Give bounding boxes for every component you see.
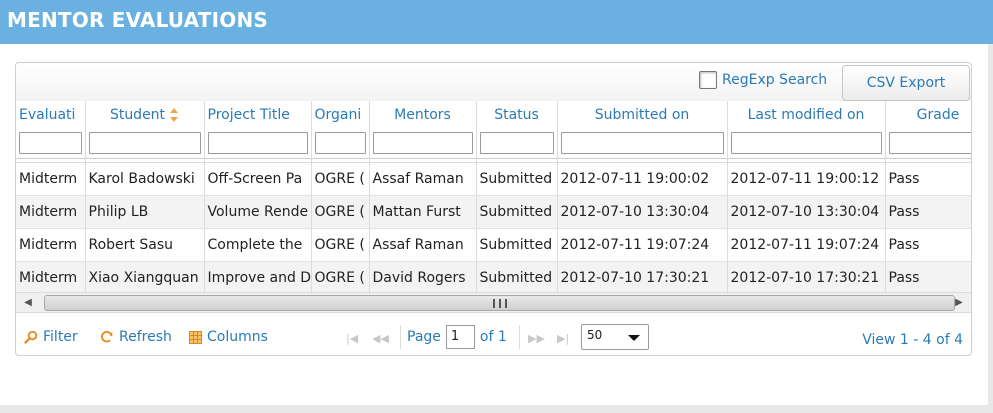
filter-icon bbox=[24, 330, 38, 344]
filter-input-evaluation[interactable] bbox=[19, 131, 82, 154]
refresh-button[interactable]: Refresh bbox=[100, 329, 172, 345]
csv-export-button[interactable]: CSV Export bbox=[842, 65, 970, 101]
cell-last-modified-on: 2012-07-11 19:00:12 bbox=[727, 162, 886, 196]
cell-organization: OGRE ( bbox=[311, 195, 370, 229]
data-table: Evaluati Student Project Title Organi Me… bbox=[16, 101, 971, 295]
cell-project-title: Volume Rende bbox=[204, 195, 312, 229]
cell-submitted-on: 2012-07-10 17:30:21 bbox=[557, 261, 728, 295]
grip-icon bbox=[493, 299, 507, 308]
horizontal-scrollbar[interactable]: ◀ ▶ bbox=[16, 292, 971, 313]
cell-evaluation: Midterm bbox=[16, 162, 86, 196]
table-row[interactable]: Midterm Robert Sasu Complete the OGRE ( … bbox=[16, 228, 971, 262]
refresh-label: Refresh bbox=[119, 329, 172, 345]
columns-button[interactable]: Columns bbox=[189, 329, 268, 345]
col-header-grade[interactable]: Grade bbox=[885, 101, 971, 128]
filter-label: Filter bbox=[43, 329, 78, 345]
page-number-input[interactable]: 1 bbox=[445, 325, 475, 349]
col-header-status[interactable]: Status bbox=[476, 101, 558, 128]
col-header-evaluation[interactable]: Evaluati bbox=[16, 101, 86, 128]
regexp-label: RegExp Search bbox=[722, 72, 828, 88]
cell-submitted-on: 2012-07-11 19:00:02 bbox=[557, 162, 728, 196]
page-title: MENTOR EVALUATIONS bbox=[7, 8, 268, 32]
cell-project-title: Complete the bbox=[204, 228, 312, 262]
scroll-left-icon[interactable]: ◀ bbox=[22, 297, 34, 309]
refresh-icon bbox=[100, 330, 113, 343]
col-header-organization[interactable]: Organi bbox=[311, 101, 370, 128]
grid-toolbar: RegExp Search CSV Export bbox=[16, 63, 971, 102]
filter-input-project-title[interactable] bbox=[207, 131, 308, 154]
col-header-last-modified-on[interactable]: Last modified on bbox=[727, 101, 886, 128]
rows-per-page-select[interactable]: 50 bbox=[581, 324, 649, 350]
last-page-icon[interactable]: ▶| bbox=[557, 332, 569, 345]
cell-status: Submitted bbox=[476, 261, 558, 295]
filter-button[interactable]: Filter bbox=[24, 329, 78, 345]
next-page-icon[interactable]: ▶▶ bbox=[528, 332, 545, 345]
cell-organization: OGRE ( bbox=[311, 261, 370, 295]
cell-student: Robert Sasu bbox=[85, 228, 205, 262]
cell-status: Submitted bbox=[476, 195, 558, 229]
filter-input-grade[interactable] bbox=[888, 131, 971, 154]
table-row[interactable]: Midterm Philip LB Volume Rende OGRE ( Ma… bbox=[16, 195, 971, 229]
pager-bar: Filter Refresh Columns |◀ ◀◀ Page 1 of 1… bbox=[16, 319, 971, 355]
table-row[interactable]: Midterm Karol Badowski Off-Screen Pa OGR… bbox=[16, 162, 971, 196]
filter-input-last-modified-on[interactable] bbox=[730, 131, 882, 154]
table-row[interactable]: Midterm Xiao Xiangquan Improve and D OGR… bbox=[16, 261, 971, 295]
cell-project-title: Off-Screen Pa bbox=[204, 162, 312, 196]
cell-student: Xiao Xiangquan bbox=[85, 261, 205, 295]
filter-input-mentors[interactable] bbox=[372, 131, 473, 154]
view-info: View 1 - 4 of 4 bbox=[862, 332, 963, 348]
sort-icon[interactable] bbox=[169, 107, 179, 123]
cell-mentors: Mattan Furst bbox=[369, 195, 477, 229]
cell-student: Philip LB bbox=[85, 195, 205, 229]
cell-project-title: Improve and D bbox=[204, 261, 312, 295]
cell-status: Submitted bbox=[476, 162, 558, 196]
page-control: Page 1 of 1 bbox=[407, 325, 507, 349]
filter-input-student[interactable] bbox=[88, 131, 201, 154]
cell-grade: Pass bbox=[885, 261, 971, 295]
cell-mentors: David Rogers bbox=[369, 261, 477, 295]
col-header-submitted-on[interactable]: Submitted on bbox=[557, 101, 728, 128]
cell-status: Submitted bbox=[476, 228, 558, 262]
title-bar: MENTOR EVALUATIONS bbox=[0, 0, 993, 44]
evaluations-grid: RegExp Search CSV Export Evaluati Studen… bbox=[15, 62, 972, 356]
cell-evaluation: Midterm bbox=[16, 228, 86, 262]
columns-label: Columns bbox=[207, 329, 268, 345]
filter-input-submitted-on[interactable] bbox=[560, 131, 724, 154]
cell-submitted-on: 2012-07-11 19:07:24 bbox=[557, 228, 728, 262]
cell-evaluation: Midterm bbox=[16, 195, 86, 229]
rows-per-page-value: 50 bbox=[587, 328, 603, 342]
col-header-student-label: Student bbox=[109, 106, 166, 123]
regexp-checkbox[interactable] bbox=[699, 71, 717, 89]
filter-input-organization[interactable] bbox=[314, 131, 366, 154]
cell-student: Karol Badowski bbox=[85, 162, 205, 196]
first-page-icon[interactable]: |◀ bbox=[346, 332, 358, 345]
cell-organization: OGRE ( bbox=[311, 162, 370, 196]
regexp-search-toggle[interactable]: RegExp Search bbox=[699, 69, 827, 91]
cell-mentors: Assaf Raman bbox=[369, 228, 477, 262]
page-count-label: of 1 bbox=[479, 329, 507, 345]
cell-grade: Pass bbox=[885, 228, 971, 262]
scrollbar-thumb[interactable] bbox=[44, 295, 955, 311]
col-header-mentors[interactable]: Mentors bbox=[369, 101, 477, 128]
columns-icon bbox=[189, 330, 202, 344]
chevron-down-icon bbox=[628, 335, 640, 341]
prev-page-icon[interactable]: ◀◀ bbox=[372, 332, 389, 345]
cell-last-modified-on: 2012-07-10 13:30:04 bbox=[727, 195, 886, 229]
col-header-project-title[interactable]: Project Title bbox=[204, 101, 312, 128]
header-row: Evaluati Student Project Title Organi Me… bbox=[16, 101, 971, 128]
cell-grade: Pass bbox=[885, 195, 971, 229]
filter-row bbox=[16, 128, 971, 159]
cell-organization: OGRE ( bbox=[311, 228, 370, 262]
cell-last-modified-on: 2012-07-11 19:07:24 bbox=[727, 228, 886, 262]
cell-evaluation: Midterm bbox=[16, 261, 86, 295]
filter-input-status[interactable] bbox=[479, 131, 554, 154]
cell-grade: Pass bbox=[885, 162, 971, 196]
scroll-right-icon[interactable]: ▶ bbox=[953, 297, 965, 309]
col-header-student[interactable]: Student bbox=[85, 101, 205, 128]
cell-submitted-on: 2012-07-10 13:30:04 bbox=[557, 195, 728, 229]
page-label: Page bbox=[407, 329, 441, 345]
cell-mentors: Assaf Raman bbox=[369, 162, 477, 196]
cell-last-modified-on: 2012-07-10 17:30:21 bbox=[727, 261, 886, 295]
